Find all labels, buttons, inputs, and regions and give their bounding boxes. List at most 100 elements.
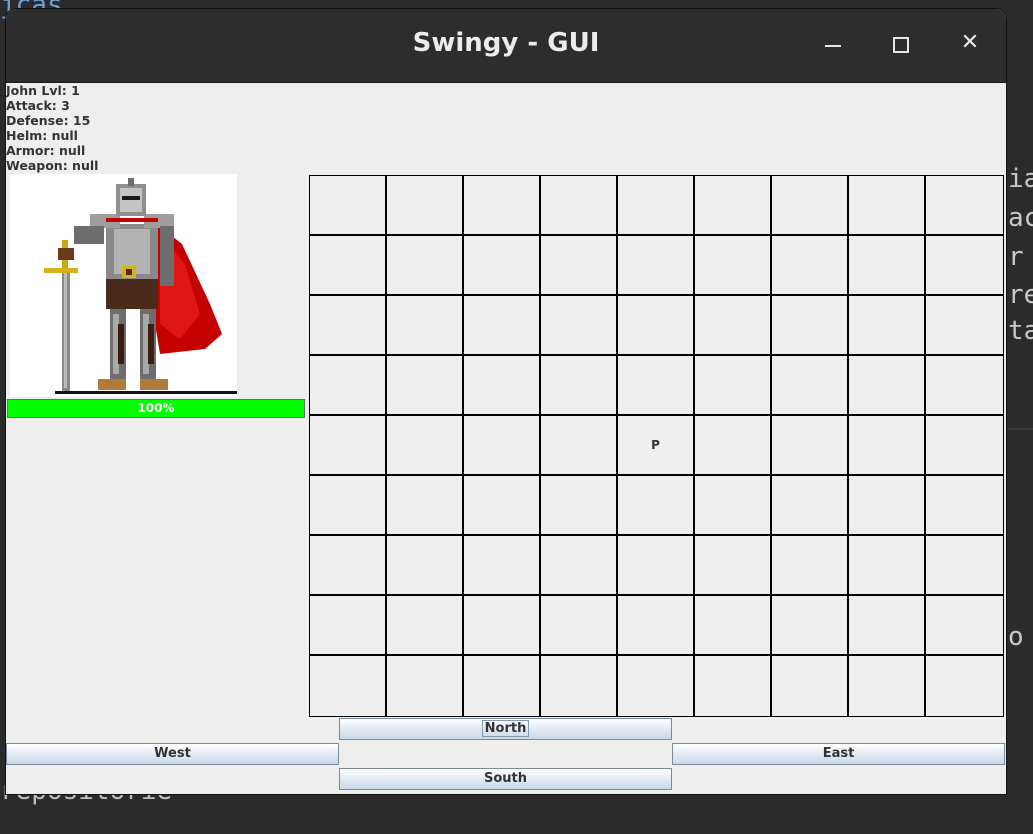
map-cell [387,536,464,596]
minimize-icon [825,45,841,47]
map-cell [464,236,541,296]
map-cell [849,416,926,476]
map-cell [310,236,387,296]
map-cell [310,656,387,716]
map-cell [849,596,926,656]
map-cell [464,296,541,356]
map-cell [310,416,387,476]
map-cell [310,176,387,236]
map-cell [310,356,387,416]
map-cell [618,536,695,596]
hero-defense: Defense: 15 [6,113,91,128]
north-label: North [481,720,530,737]
map-cell [772,476,849,536]
app-window: Swingy - GUI ✕ John Lvl: 1 Attack: 3 Def… [6,9,1006,794]
map-cell [849,176,926,236]
map-cell [695,656,772,716]
map-cell [772,236,849,296]
map-cell [541,596,618,656]
background-text-right: o [1008,622,1024,652]
map-cell [926,476,1003,536]
map-cell [464,416,541,476]
map-cell [849,476,926,536]
map-cell [618,356,695,416]
background-text-right: r [1008,242,1024,272]
map-cell [772,416,849,476]
map-cell [695,476,772,536]
west-button[interactable]: West [6,743,339,765]
map-cell [387,356,464,416]
map-cell [541,416,618,476]
map-cell [695,416,772,476]
map-cell [310,536,387,596]
map-cell [926,176,1003,236]
map-cell [310,296,387,356]
map-cell [387,476,464,536]
health-label: 100% [137,401,175,415]
map-cell [618,236,695,296]
map-cell [695,236,772,296]
map-cell [618,656,695,716]
map-cell [695,536,772,596]
map-cell [695,596,772,656]
window-title: Swingy - GUI [412,28,600,58]
map-cell [464,176,541,236]
map-cell [541,476,618,536]
background-text-right: ia [1008,164,1033,194]
map-cell [849,536,926,596]
east-button[interactable]: East [672,743,1005,765]
hero-attack: Attack: 3 [6,98,70,113]
hero-weapon: Weapon: null [6,158,99,173]
map-cell [618,176,695,236]
hero-helm: Helm: null [6,128,78,143]
map-cell [464,596,541,656]
map-cell [387,656,464,716]
health-bar: 100% [7,399,305,418]
map-cell [926,596,1003,656]
hero-armor: Armor: null [6,143,86,158]
background-text-right: ac [1008,203,1033,233]
hero-name-level: John Lvl: 1 [6,83,80,98]
map-cell [387,296,464,356]
map-cell [618,596,695,656]
map-cell [772,176,849,236]
north-button[interactable]: North [339,718,672,740]
background-text-right: ta [1008,316,1033,346]
map-cell [464,356,541,416]
close-button[interactable]: ✕ [957,30,983,57]
map-cell [772,656,849,716]
map-cell [464,476,541,536]
maximize-button[interactable] [889,31,915,57]
map-cell [772,596,849,656]
map-cell [541,656,618,716]
map-cell [618,476,695,536]
map-cell [849,656,926,716]
map-cell [772,296,849,356]
map-cell [310,596,387,656]
map-cell [695,296,772,356]
map-cell [310,476,387,536]
map-cell [541,236,618,296]
map-grid: P [309,175,1004,717]
map-cell [464,656,541,716]
map-cell [772,356,849,416]
background-divider [1006,428,1033,430]
map-cell [849,236,926,296]
title-bar[interactable]: Swingy - GUI ✕ [6,9,1006,83]
knight-image [44,178,237,394]
player-marker: P [651,438,660,452]
close-icon: ✕ [960,30,980,55]
map-cell [926,536,1003,596]
map-cell [541,176,618,236]
map-cell [926,656,1003,716]
minimize-button[interactable] [821,31,847,57]
south-button[interactable]: South [339,768,672,790]
map-cell [926,296,1003,356]
map-cell [695,356,772,416]
map-cell [849,356,926,416]
map-cell [387,236,464,296]
maximize-icon [893,37,909,53]
map-cell [541,296,618,356]
map-cell [387,176,464,236]
hero-stats: John Lvl: 1 Attack: 3 Defense: 15 Helm: … [6,83,306,173]
